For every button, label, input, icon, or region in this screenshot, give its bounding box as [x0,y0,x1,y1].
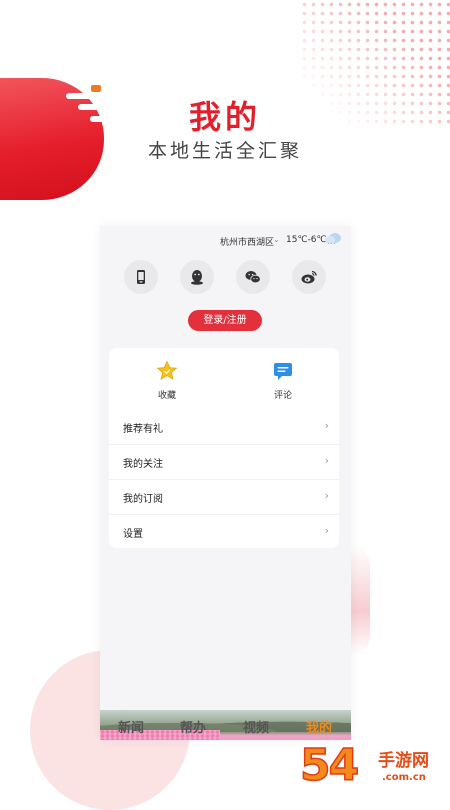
watermark-url: .com.cn [382,772,426,783]
menu-item-label: 我的关注 [123,459,163,470]
temperature-text: 15℃-6℃ [286,235,327,245]
favorites-button[interactable]: 收藏 [127,360,207,401]
login-register-button[interactable]: 登录/注册 [188,310,262,331]
social-login-row [100,260,351,294]
comment-icon [274,363,292,380]
page-subtitle: 本地生活全汇聚 [147,140,302,162]
phone-mockup: 杭州市西湖区 ⌄ 15℃-6℃ 登录/注册 收藏 评论 推荐有礼 › 我的关注 … [100,226,351,740]
tab-video[interactable]: 视频 [243,717,269,736]
decorative-orange-accent [91,85,101,92]
menu-item-settings[interactable]: 设置 › [109,514,339,549]
menu-card: 收藏 评论 推荐有礼 › 我的关注 › 我的订阅 › 设置 › [109,348,339,548]
tab-mine[interactable]: 我的 [306,717,332,736]
menu-item-following[interactable]: 我的关注 › [109,444,339,479]
weibo-icon [301,270,317,284]
bottom-tab-bar: 新闻 帮办 视频 我的 [100,710,351,740]
phone-login-button[interactable] [124,260,158,294]
watermark-logo: 54 手游网 .com.cn [299,739,450,800]
tab-help[interactable]: 帮办 [180,717,206,736]
chevron-down-icon[interactable]: ⌄ [273,235,280,244]
chevron-right-icon: › [324,489,329,502]
comments-button[interactable]: 评论 [243,360,323,401]
status-topbar: 杭州市西湖区 ⌄ 15℃-6℃ [100,226,351,256]
chevron-right-icon: › [324,454,329,467]
weibo-login-button[interactable] [292,260,326,294]
menu-list: 推荐有礼 › 我的关注 › 我的订阅 › 设置 › [109,410,339,549]
chevron-right-icon: › [324,524,329,537]
chevron-right-icon: › [324,419,329,432]
wechat-icon [245,271,261,284]
wechat-login-button[interactable] [236,260,270,294]
menu-item-subscriptions[interactable]: 我的订阅 › [109,479,339,514]
favorites-label: 收藏 [157,391,176,401]
city-selector[interactable]: 杭州市西湖区 [220,235,274,248]
qq-login-button[interactable] [180,260,214,294]
star-icon [156,360,178,380]
phone-icon [137,270,145,284]
watermark-number: 54 [299,739,360,792]
qq-icon [191,270,203,285]
menu-item-recommend[interactable]: 推荐有礼 › [109,410,339,444]
menu-item-label: 我的订阅 [123,494,163,505]
cloudy-icon [325,233,341,244]
tab-news[interactable]: 新闻 [118,717,144,736]
menu-item-label: 设置 [123,529,143,540]
menu-item-label: 推荐有礼 [123,424,163,435]
page-headline: 我的 [188,98,261,136]
comments-label: 评论 [273,391,292,401]
watermark-text: 手游网 [378,751,429,771]
